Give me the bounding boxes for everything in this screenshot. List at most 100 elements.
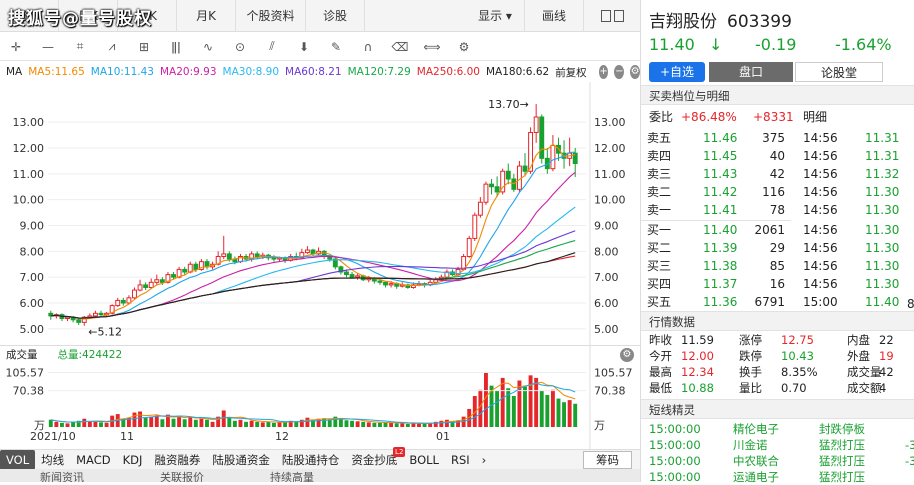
market-row: 今开 12.00 跌停 10.43 外盘 19 xyxy=(641,348,914,365)
kline-chart[interactable]: 13.00 13.00 12.00 12.00 11.00 11.00 10.00 10.00… xyxy=(0,82,640,449)
price-change: -0.19 xyxy=(755,35,797,54)
tick-price: 11.30 xyxy=(865,185,900,199)
arrow-down-icon[interactable]: ⬇ xyxy=(288,33,320,61)
chevron-right-icon[interactable]: › xyxy=(476,450,493,470)
candle-body xyxy=(154,279,160,283)
sprite-row[interactable]: 15:00:00 川金诺 猛烈打压 -3 xyxy=(641,438,914,453)
fib-icon[interactable]: ⫽ xyxy=(256,33,288,61)
bid-row: 买一 11.40 2061 xyxy=(641,221,791,239)
tab-pankou[interactable]: 盘口 xyxy=(709,62,793,82)
tick-price: 11.30 xyxy=(865,277,900,291)
indicator-tab-9[interactable]: RSI xyxy=(445,450,476,470)
drawing-button[interactable]: 画线 xyxy=(525,0,584,32)
tab-0[interactable]: 分时 xyxy=(0,0,59,32)
indicator-tab-7[interactable]: 资金抄底 L2 xyxy=(345,446,406,470)
add-watchlist-button[interactable]: +自选 xyxy=(649,62,705,82)
tick-time: 14:56 xyxy=(803,259,838,273)
indicator-label: VOL xyxy=(6,452,30,467)
level-price: 11.41 xyxy=(703,203,738,217)
candle-body xyxy=(76,319,82,323)
level-label: 买四 xyxy=(647,277,672,291)
sprite-row[interactable]: 15:00:00 运通电子 猛烈打压 xyxy=(641,470,914,485)
tab-4[interactable]: 个股资料 xyxy=(236,0,306,32)
market-label: 量比 xyxy=(739,381,762,395)
tick-price: 11.30 xyxy=(865,203,900,217)
indicator-tab-0[interactable]: VOL xyxy=(0,449,36,470)
tick-row: 14:56 11.30 xyxy=(791,275,914,293)
volume-bar xyxy=(132,412,137,427)
tab-3[interactable]: 月K xyxy=(177,0,236,32)
volume-bar xyxy=(104,422,109,427)
grid-icon[interactable]: ⊞ xyxy=(128,33,160,61)
market-label: 今开 xyxy=(649,349,672,363)
current-price: 11.40 xyxy=(649,35,695,54)
indicator-tab-3[interactable]: KDJ xyxy=(117,450,149,470)
minus-icon[interactable]: − xyxy=(614,65,625,79)
volume-bar xyxy=(65,423,70,427)
magnet-icon[interactable]: ∩ xyxy=(352,33,384,61)
candle-body xyxy=(310,249,316,255)
ask-row: 卖一 11.41 78 xyxy=(641,201,791,219)
bars-icon[interactable]: ǁǀ xyxy=(160,33,192,61)
sprite-time: 15:00:00 xyxy=(649,470,701,484)
market-value: 11.59 xyxy=(681,333,714,347)
panel-buttons: +自选 盘口 论股堂 xyxy=(649,62,883,82)
indicator-tab-6[interactable]: 陆股通持仓 xyxy=(276,450,346,470)
indicator-tab-4[interactable]: 融资融券 xyxy=(148,450,206,470)
price-tick-left: 12.00 xyxy=(13,142,45,155)
stock-title: 吉翔股份 603399 xyxy=(649,7,792,32)
split-view-icon[interactable] xyxy=(600,9,611,22)
wave-icon[interactable]: ∿ xyxy=(192,33,224,61)
tab-1[interactable]: 日K xyxy=(59,0,118,32)
sprite-time: 15:00:00 xyxy=(649,438,701,452)
gear-icon[interactable]: ⚙ xyxy=(620,347,634,362)
trash-icon[interactable]: ⌫ xyxy=(384,33,416,61)
candle-body xyxy=(344,271,349,276)
indicator-label: KDJ xyxy=(122,452,143,467)
fit-icon[interactable]: ⟺ xyxy=(416,33,448,61)
candle-body xyxy=(65,316,70,319)
bottom-tab-1[interactable]: 关联报价 xyxy=(120,469,230,482)
fan-icon[interactable]: ⩘ xyxy=(96,33,128,61)
candle-body xyxy=(159,279,165,283)
sprites-header: 短线精灵 xyxy=(641,399,914,419)
chip-distribution-button[interactable]: 筹码 xyxy=(583,450,632,469)
tab-2[interactable]: 周K xyxy=(118,0,177,32)
volume-bar xyxy=(59,422,64,427)
indicator-tab-8[interactable]: BOLL xyxy=(403,450,445,470)
sprite-row[interactable]: 15:00:00 精伦电子 封跌停板 xyxy=(641,422,914,437)
volume-bar xyxy=(383,422,388,427)
candle-body xyxy=(115,299,121,307)
gear-icon[interactable]: ⚙ xyxy=(630,65,640,79)
bottom-tab-0[interactable]: 新闻资讯 xyxy=(0,469,120,482)
cycle-icon[interactable]: ⊙ xyxy=(224,33,256,61)
volume-bar xyxy=(539,390,544,427)
indicator-tab-2[interactable]: MACD xyxy=(70,450,116,470)
bottom-tab-2[interactable]: 持续高量 xyxy=(230,469,350,482)
tab-lunguntang[interactable]: 论股堂 xyxy=(795,62,883,82)
display-menu[interactable]: 显示 ▾ xyxy=(466,0,525,32)
sprite-row[interactable]: 15:00:00 中农联合 猛烈打压 -3 xyxy=(641,454,914,469)
volume-bar xyxy=(238,419,243,427)
tab-5[interactable]: 诊股 xyxy=(306,0,365,32)
volume-bar xyxy=(550,389,555,427)
volume-bar xyxy=(422,423,427,427)
volume-bar xyxy=(255,421,260,427)
level-price: 11.42 xyxy=(703,185,738,199)
crop-icon[interactable]: ⌗ xyxy=(64,33,96,61)
level-price: 11.46 xyxy=(703,131,738,145)
line-icon[interactable]: — xyxy=(32,33,64,61)
volume-bar xyxy=(400,423,405,427)
expand-icon[interactable] xyxy=(613,9,624,22)
crosshair-icon[interactable]: ✛ xyxy=(0,33,32,61)
settings-icon[interactable]: ⚙ xyxy=(448,33,480,61)
level-volume: 29 xyxy=(769,241,785,255)
volume-bar xyxy=(193,419,198,427)
indicator-tab-5[interactable]: 陆股通资金 xyxy=(206,450,276,470)
plus-icon[interactable]: + xyxy=(598,65,609,79)
sprite-event: 封跌停板 xyxy=(819,422,865,436)
volume-bar xyxy=(366,422,371,427)
eraser-icon[interactable]: ✎ xyxy=(320,33,352,61)
tick-row: 14:56 11.30 xyxy=(791,221,914,239)
indicator-tab-1[interactable]: 均线 xyxy=(35,450,70,470)
